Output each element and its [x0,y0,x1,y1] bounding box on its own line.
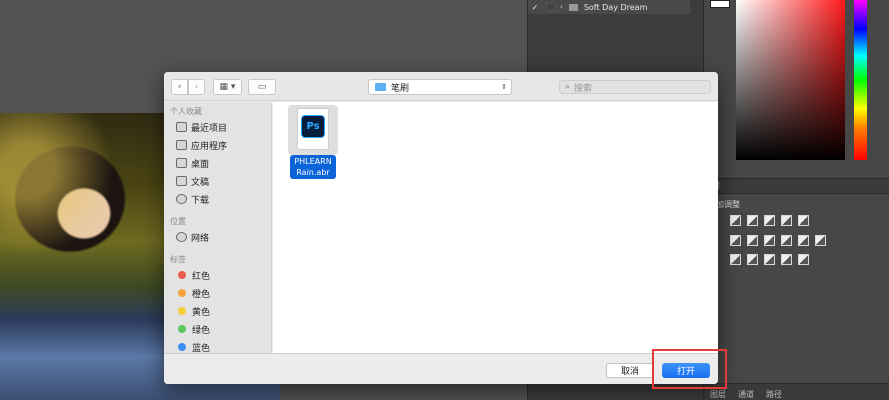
dialog-toolbar: ‹ › ▦ ▾ ▭ 笔刷 ⇕ ⌕ 搜索 [164,72,718,101]
sidebar-tag-green[interactable]: 绿色 [176,322,210,336]
sidebar-item-downloads[interactable]: 下载 [176,192,209,206]
hue-saturation-icon[interactable] [730,235,741,246]
adjustment-icons-row-1 [730,215,809,226]
tab-layers[interactable]: 图层 [710,389,726,400]
sidebar-item-documents[interactable]: 文稿 [176,174,209,188]
right-panel: 整 加调整 图层 通道 路径 [703,0,889,400]
tag-dot-icon [178,325,186,333]
tab-channels[interactable]: 通道 [738,389,754,400]
hue-slider[interactable] [854,0,867,160]
panel-bottom-tabs: 图层 通道 路径 [704,383,889,400]
location-popup[interactable]: 笔刷 ⇕ [368,79,512,95]
adjustment-icons-row-2 [730,235,826,246]
file-browser-content: Ps PHLEARN Rain.abr [273,102,718,353]
tag-dot-icon [178,343,186,351]
photo-filter-icon[interactable] [781,235,792,246]
layer-name: Soft Day Dream [583,2,648,12]
folder-icon [375,83,386,91]
locations-heading: 位置 [170,217,186,226]
chevron-left-icon: ‹ [177,82,182,92]
photoshop-file-icon: Ps [301,115,325,138]
tags-heading: 标签 [170,255,186,264]
search-icon: ⌕ [565,82,571,92]
desktop-icon [176,158,187,168]
sidebar-tag-blue[interactable]: 蓝色 [176,340,210,354]
file-item-name[interactable]: PHLEARN Rain.abr [290,155,336,179]
color-lookup-icon[interactable] [815,235,826,246]
forward-button[interactable]: › [188,79,205,95]
sidebar-tag-orange[interactable]: 橙色 [176,286,210,300]
chevron-right-icon: › [194,82,199,92]
sidebar-item-label: 红色 [192,271,211,282]
sidebar-item-label: 应用程序 [191,141,228,152]
file-name-line-2: Rain.abr [296,168,330,177]
color-picker-field[interactable] [736,0,845,160]
levels-icon[interactable] [747,215,758,226]
tag-dot-icon [178,289,186,297]
updown-chevron-icon: ⇕ [501,83,507,91]
sidebar-item-label: 桌面 [191,159,210,170]
threshold-icon[interactable] [764,254,775,265]
downloads-icon [176,194,187,204]
folder-icon [568,3,578,11]
network-icon [176,232,187,242]
favorites-heading: 个人收藏 [170,107,202,116]
adjustments-tab-bar [704,178,889,194]
documents-icon [176,176,187,186]
sidebar-item-desktop[interactable]: 桌面 [176,156,209,170]
adjustment-icons-row-3 [730,254,809,265]
sidebar-tag-yellow[interactable]: 黄色 [176,304,210,318]
location-label: 笔刷 [391,83,410,94]
back-button[interactable]: ‹ [171,79,188,95]
expand-arrow-icon[interactable]: › [560,3,563,11]
tag-dot-icon [178,307,186,315]
color-balance-icon[interactable] [747,235,758,246]
sidebar-item-label: 橙色 [192,289,211,300]
sidebar-item-label: 黄色 [192,307,211,318]
file-item-thumbnail[interactable]: Ps [288,105,338,155]
black-white-icon[interactable] [764,235,775,246]
sidebar-item-applications[interactable]: 应用程序 [176,138,227,152]
sidebar-item-label: 蓝色 [192,343,211,354]
search-placeholder: 搜索 [574,83,593,94]
open-button-highlight [652,349,727,389]
file-name-line-1: PHLEARN [294,157,332,166]
recents-icon [176,122,187,132]
foreground-color-swatch[interactable] [710,0,730,8]
search-field[interactable]: ⌕ 搜索 [559,80,711,94]
open-file-dialog: ‹ › ▦ ▾ ▭ 笔刷 ⇕ ⌕ 搜索 个人收藏 最近项目 应用程序 桌面 文稿… [164,72,718,384]
sidebar-item-label: 网络 [191,233,210,244]
gradient-map-icon[interactable] [798,254,809,265]
sidebar-item-label: 最近项目 [191,123,228,134]
sidebar-item-label: 下载 [191,195,210,206]
sidebar-item-network[interactable]: 网络 [176,230,209,244]
invert-icon[interactable] [730,254,741,265]
curves-icon[interactable] [764,215,775,226]
new-folder-button[interactable]: ▭ [248,79,276,95]
selective-color-icon[interactable] [781,254,792,265]
view-mode-button[interactable]: ▦ ▾ [213,79,242,95]
layer-row[interactable]: ✓ › Soft Day Dream [528,0,690,14]
brightness-icon[interactable] [730,215,741,226]
cancel-button[interactable]: 取消 [606,363,654,378]
new-folder-icon: ▭ [257,82,267,92]
sidebar-item-label: 文稿 [191,177,210,188]
exposure-icon[interactable] [781,215,792,226]
tab-paths[interactable]: 路径 [766,389,782,400]
vibrance-icon[interactable] [798,215,809,226]
sidebar-item-label: 绿色 [192,325,211,336]
layer-visibility-check[interactable]: ✓ [528,3,542,12]
tag-dot-icon [178,271,186,279]
adjustments-subtitle: 加调整 [716,200,740,209]
grid-view-icon: ▦ ▾ [219,82,236,92]
sidebar-tag-red[interactable]: 红色 [176,268,210,282]
posterize-icon[interactable] [747,254,758,265]
dialog-footer: 取消 打开 [164,353,718,384]
layer-swatch [546,3,556,11]
sidebar-item-recents[interactable]: 最近项目 [176,120,227,134]
finder-sidebar: 个人收藏 最近项目 应用程序 桌面 文稿 下载 位置 网络 标签 红色 橙色 黄… [164,102,272,354]
applications-icon [176,140,187,150]
channel-mixer-icon[interactable] [798,235,809,246]
